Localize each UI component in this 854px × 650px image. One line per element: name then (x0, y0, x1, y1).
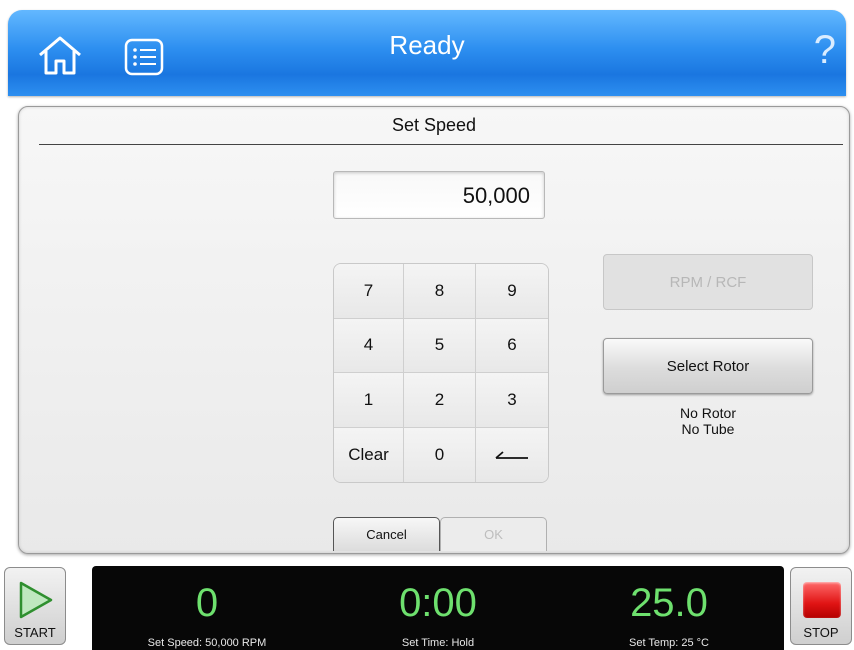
stop-label: STOP (803, 625, 839, 640)
rotor-info: No Rotor No Tube (603, 405, 813, 437)
speed-value: 0 (195, 581, 219, 625)
key-7[interactable]: 7 (334, 264, 404, 319)
speed-readout[interactable]: 0 Set Speed: 50,000 RPM (92, 566, 322, 649)
key-0[interactable]: 0 (404, 427, 476, 482)
set-speed-label: Set Speed: 50,000 RPM (147, 637, 267, 649)
key-2[interactable]: 2 (404, 373, 476, 428)
tube-status: No Tube (681, 421, 735, 437)
set-temp-label: Set Temp: 25 °C (628, 637, 709, 649)
divider (39, 144, 843, 145)
key-8[interactable]: 8 (404, 264, 476, 319)
select-rotor-button[interactable]: Select Rotor (603, 338, 813, 394)
set-time-label: Set Time: Hold (401, 637, 475, 649)
key-6[interactable]: 6 (476, 318, 548, 373)
start-button[interactable]: START (4, 567, 66, 645)
key-3[interactable]: 3 (476, 373, 548, 428)
backspace-icon (495, 451, 528, 459)
rpm-rcf-button[interactable]: RPM / RCF (603, 254, 813, 310)
time-value: 0:00 (399, 581, 477, 625)
dialog-actions: Cancel OK (333, 517, 547, 551)
title-bar: Ready ? (8, 10, 846, 96)
play-icon (19, 581, 53, 619)
status-title: Ready (389, 30, 465, 60)
help-icon[interactable]: ? (814, 28, 836, 72)
numeric-keypad: 7 8 9 4 5 6 1 2 3 Clear 0 (333, 263, 549, 483)
key-9[interactable]: 9 (476, 264, 548, 319)
temp-readout[interactable]: 25.0 Set Temp: 25 °C (554, 566, 784, 649)
time-readout[interactable]: 0:00 Set Time: Hold (323, 566, 553, 649)
stop-button[interactable]: STOP (790, 567, 852, 645)
ok-button[interactable]: OK (440, 517, 547, 551)
stop-icon (803, 582, 841, 618)
cancel-button[interactable]: Cancel (333, 517, 440, 551)
panel-title: Set Speed (391, 115, 477, 135)
key-clear[interactable]: Clear (334, 427, 404, 482)
run-status-bar: 0 Set Speed: 50,000 RPM 0:00 Set Time: H… (92, 566, 784, 650)
start-label: START (14, 625, 56, 640)
temp-value: 25.0 (630, 581, 708, 625)
key-5[interactable]: 5 (404, 318, 476, 373)
key-backspace[interactable] (476, 427, 548, 482)
rotor-status: No Rotor (679, 405, 737, 421)
key-1[interactable]: 1 (334, 373, 404, 428)
key-4[interactable]: 4 (334, 318, 404, 373)
set-speed-panel: Set Speed 50,000 7 8 9 4 5 6 1 2 3 Clear… (18, 106, 850, 554)
speed-entry-field[interactable]: 50,000 (333, 171, 545, 219)
